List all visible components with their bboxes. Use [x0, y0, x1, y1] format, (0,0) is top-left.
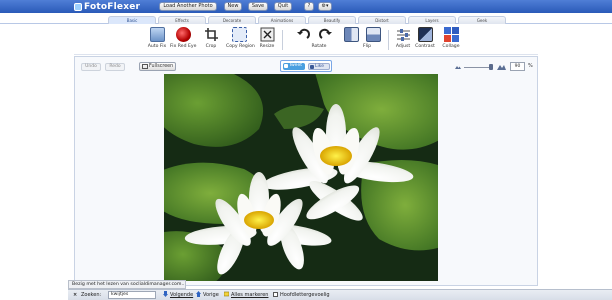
- highlight-all-button[interactable]: Alles markeren: [224, 291, 268, 299]
- match-case-checkbox[interactable]: [273, 292, 278, 297]
- zoom-out-icon[interactable]: [455, 65, 461, 69]
- tab-beautify[interactable]: Beautify: [308, 16, 356, 24]
- zoom-in-icon[interactable]: [497, 63, 506, 70]
- collage-tool[interactable]: Collage: [438, 27, 464, 54]
- tweet-label: Tweet: [289, 63, 302, 68]
- match-case-label: Hoofdlettergevoelig: [280, 292, 330, 298]
- tab-distort[interactable]: Distort: [358, 16, 406, 24]
- load-photo-button[interactable]: Load Another Photo: [159, 2, 217, 11]
- auto-fix-tool[interactable]: Auto Fix: [144, 27, 170, 54]
- fullscreen-button[interactable]: Fullscreen: [139, 62, 176, 71]
- app-name: FotoFlexer: [84, 1, 141, 12]
- social-buttons: Tweet Like: [280, 60, 332, 72]
- tab-decorate[interactable]: Decorate: [208, 16, 256, 24]
- tool-label: Resize: [259, 44, 275, 49]
- tool-label: Contrast: [415, 44, 435, 49]
- toolbar-separator: [388, 30, 389, 50]
- rotate-left-icon: [296, 27, 311, 42]
- match-case-toggle[interactable]: Hoofdlettergevoelig: [273, 291, 330, 299]
- copy-region-tool[interactable]: Copy Region: [226, 27, 255, 54]
- facebook-icon: [310, 65, 314, 69]
- left-margin: [0, 24, 74, 274]
- tool-label: Fix Red Eye: [170, 44, 197, 49]
- tool-label: Crop: [205, 44, 217, 49]
- zoom-slider-thumb[interactable]: [489, 64, 493, 70]
- tab-geek[interactable]: Geek: [458, 16, 506, 24]
- new-button[interactable]: New: [224, 2, 242, 11]
- tab-bar: Basic Effects Decorate Animations Beauti…: [0, 13, 612, 24]
- fullscreen-icon: [142, 64, 148, 69]
- twitter-icon: [284, 64, 288, 68]
- resize-tool[interactable]: Resize: [254, 27, 280, 54]
- auto-fix-icon: [149, 27, 165, 42]
- tool-label: Copy Region: [226, 44, 255, 49]
- water-lily-photo: [164, 74, 438, 281]
- tab-layers[interactable]: Layers: [408, 16, 456, 24]
- contrast-tool[interactable]: Contrast: [412, 27, 438, 54]
- copy-region-icon: [231, 27, 247, 42]
- browser-status: Bezig met het lezen van soclialdimanager…: [68, 280, 186, 289]
- settings-button[interactable]: ⚙▾: [318, 2, 332, 11]
- find-prev-button[interactable]: Vorige: [196, 291, 219, 299]
- find-label: Zoeken:: [81, 292, 102, 298]
- app-window: FotoFlexer Load Another Photo New Save Q…: [0, 0, 612, 300]
- redo-button[interactable]: Redo: [105, 63, 125, 71]
- zoom-input[interactable]: 90: [510, 62, 525, 71]
- red-eye-icon: [175, 27, 191, 42]
- highlight-all-label: Alles markeren: [231, 292, 269, 298]
- zoom-unit: %: [528, 63, 533, 69]
- quit-button[interactable]: Quit: [274, 2, 292, 11]
- crop-tool[interactable]: Crop: [198, 27, 224, 54]
- tool-ribbon: Auto Fix Fix Red Eye Crop Copy Region Re…: [74, 24, 538, 55]
- find-next-button[interactable]: Volgende: [163, 291, 193, 299]
- highlight-icon: [224, 291, 229, 297]
- logo-icon: [74, 2, 82, 11]
- arrow-down-icon: [163, 291, 168, 297]
- tool-label: Auto Fix: [147, 44, 167, 49]
- find-next-label: Volgende: [170, 292, 194, 298]
- tweet-button[interactable]: Tweet: [283, 63, 305, 70]
- find-prev-label: Vorige: [203, 292, 219, 298]
- contrast-icon: [417, 27, 433, 42]
- rotate-right-icon: [318, 27, 333, 42]
- rotate-tool[interactable]: Rotate: [311, 27, 338, 54]
- editor-canvas: Undo Redo Fullscreen Tweet Like 90 %: [74, 56, 538, 286]
- zoom-slider-track[interactable]: [464, 67, 492, 68]
- like-button[interactable]: Like: [308, 63, 330, 70]
- fullscreen-label: Fullscreen: [149, 64, 174, 69]
- save-button[interactable]: Save: [248, 2, 268, 11]
- tool-label: Flip: [362, 44, 372, 49]
- resize-icon: [260, 27, 275, 42]
- like-label: Like: [315, 64, 324, 69]
- flip-horizontal-icon: [343, 27, 359, 42]
- help-button[interactable]: ?: [304, 2, 314, 11]
- red-eye-tool[interactable]: Fix Red Eye: [170, 27, 196, 54]
- photo-image[interactable]: [164, 74, 438, 281]
- zoom-control: 90 %: [455, 62, 537, 72]
- find-close-button[interactable]: ×: [73, 291, 77, 299]
- fotoflexer-logo: FotoFlexer: [74, 0, 140, 13]
- arrow-up-icon: [196, 291, 201, 297]
- collage-icon: [443, 27, 459, 42]
- adjust-icon: [396, 27, 411, 42]
- tool-label: Rotate: [311, 44, 327, 49]
- tool-label: Collage: [442, 44, 460, 49]
- find-bar: × Zoeken: kwijtjes Volgende Vorige Alles…: [68, 289, 612, 300]
- flip-vertical-icon: [365, 27, 381, 42]
- find-input[interactable]: kwijtjes: [108, 291, 156, 299]
- toolbar-separator: [282, 30, 283, 50]
- undo-button[interactable]: Undo: [81, 63, 101, 71]
- tab-effects[interactable]: Effects: [158, 16, 206, 24]
- app-header: FotoFlexer Load Another Photo New Save Q…: [0, 0, 612, 13]
- crop-icon: [204, 27, 219, 42]
- tab-basic[interactable]: Basic: [108, 16, 156, 24]
- tab-animations[interactable]: Animations: [258, 16, 306, 24]
- flip-tool[interactable]: Flip: [360, 27, 386, 54]
